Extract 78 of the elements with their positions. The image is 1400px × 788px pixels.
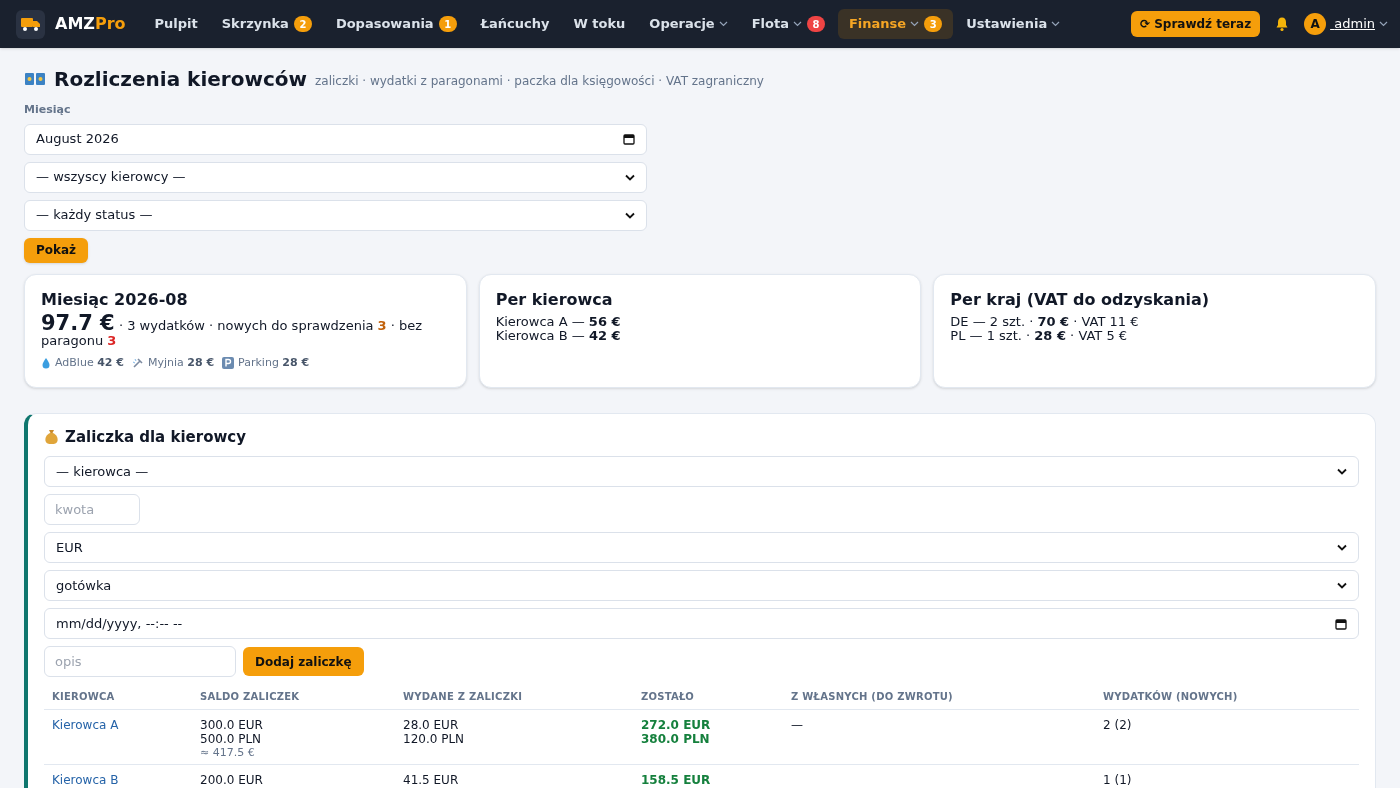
- card-title: Miesiąc 2026-08: [41, 288, 189, 311]
- user-menu[interactable]: admin: [1330, 14, 1388, 34]
- month-field[interactable]: August 2026: [24, 123, 647, 155]
- nav-item[interactable]: Łańcuchy: [469, 9, 561, 39]
- truck-icon: [16, 9, 45, 39]
- count-badge: 1: [438, 16, 457, 32]
- nav-item[interactable]: Flota 8: [740, 9, 836, 39]
- droplet-icon: [41, 356, 51, 369]
- calendar-icon[interactable]: [1335, 617, 1347, 630]
- column-header: SALDO ZALICZEK: [192, 684, 395, 710]
- brush-icon: [131, 356, 144, 369]
- page-title: Rozliczenia kierowców: [54, 66, 307, 93]
- user-avatar[interactable]: A: [1304, 13, 1327, 35]
- count-badge: 2: [293, 16, 312, 32]
- nav-item[interactable]: Pulpit: [143, 9, 209, 39]
- column-header: KIEROWCA: [44, 684, 192, 710]
- card-title: Per kraj (VAT do odzyskania): [950, 288, 1211, 311]
- card-line: Kierowca A — 56 €: [495, 314, 622, 329]
- page-subtitle: zaliczki · wydatki z paragonami · paczka dla księgowości · VAT zagraniczny: [315, 72, 764, 90]
- table-cell-text: 380.0 PLN: [641, 732, 711, 746]
- card-title: Per kierowca: [495, 288, 614, 311]
- category-total: Parking 28 €: [238, 354, 310, 371]
- nav-item[interactable]: Ustawienia: [955, 9, 1072, 39]
- card-line: Kierowca B — 42 €: [495, 328, 622, 343]
- field-label: Miesiąc: [24, 102, 72, 118]
- category-total: AdBlue 42 €: [55, 354, 124, 371]
- status-select[interactable]: — każdy status —: [24, 199, 647, 231]
- column-header: ZOSTAŁO: [633, 684, 783, 710]
- table-cell-text: 41.5 EUR: [403, 773, 460, 787]
- table-cell-text: ≈ 417.5 €: [200, 746, 256, 760]
- currency-select[interactable]: EUR: [44, 532, 1359, 563]
- check-now-button[interactable]: ⟳ Sprawdź teraz: [1130, 11, 1261, 37]
- table-cell-text: 500.0 PLN: [200, 732, 263, 746]
- datetime-field[interactable]: mm/dd/yyyy, --:-- --: [44, 608, 1359, 639]
- brand-name[interactable]: AMZPro: [55, 12, 126, 36]
- card-line: DE — 2 szt. · 70 € · VAT 11 €: [950, 314, 1140, 329]
- count-badge: 8: [806, 16, 825, 32]
- column-header: WYDANE Z ZALICZKI: [395, 684, 633, 710]
- nav-item[interactable]: Dopasowania 1: [324, 9, 468, 39]
- description-field[interactable]: opis: [44, 646, 236, 677]
- summary-line: 97.7 € · 3 wydatków · nowych do sprawdzenia 3 · bez paragonu 3: [41, 315, 424, 348]
- table-cell-text: 272.0 EUR: [641, 718, 712, 732]
- banknote-icon: [24, 71, 46, 87]
- money-bag-icon: [44, 428, 59, 445]
- panel-title: Zaliczka dla kierowcy: [65, 426, 246, 448]
- table-cell-text: 300.0 EUR: [200, 718, 264, 732]
- count-badge: 3: [924, 16, 943, 32]
- table-cell-text: 1 (1): [1103, 773, 1133, 787]
- column-header: WYDATKÓW (NOWYCH): [1095, 684, 1359, 710]
- nav-item[interactable]: Operacje: [638, 9, 739, 39]
- chevron-down-icon[interactable]: [1337, 582, 1347, 589]
- amount-field[interactable]: kwota: [44, 494, 140, 525]
- driver-select[interactable]: — wszyscy kierowcy —: [24, 161, 647, 193]
- table-cell-text: —: [791, 718, 804, 732]
- nav-item[interactable]: Finanse 3: [837, 9, 954, 39]
- table-cell-text: 120.0 PLN: [403, 732, 466, 746]
- table-cell-text: 28.0 EUR: [403, 718, 460, 732]
- card-line: PL — 1 szt. · 28 € · VAT 5 €: [950, 328, 1129, 343]
- add-advance-button[interactable]: Dodaj zaliczkę: [243, 647, 364, 676]
- parking-icon: [222, 356, 235, 369]
- chevron-down-icon[interactable]: [625, 173, 635, 181]
- chevron-down-icon[interactable]: [625, 211, 635, 219]
- table-cell-text: 158.5 EUR: [641, 773, 712, 787]
- chevron-down-icon[interactable]: [1337, 468, 1347, 475]
- table-cell-text: 2 (2): [1103, 718, 1133, 732]
- column-header: Z WŁASNYCH (DO ZWROTU): [783, 684, 1095, 710]
- show-button[interactable]: Pokaż: [24, 237, 89, 263]
- calendar-icon[interactable]: [623, 133, 635, 145]
- method-select[interactable]: gotówka: [44, 570, 1359, 601]
- table-cell-text: 200.0 EUR: [200, 773, 264, 787]
- driver-select[interactable]: — kierowca —: [44, 456, 1359, 487]
- chevron-down-icon[interactable]: [1337, 544, 1347, 551]
- driver-link[interactable]: Kierowca B: [52, 773, 119, 787]
- driver-link[interactable]: Kierowca A: [52, 718, 119, 732]
- chevron-down-icon: [1379, 21, 1388, 27]
- nav-item[interactable]: Skrzynka 2: [210, 9, 323, 39]
- category-total: Myjnia 28 €: [147, 354, 215, 371]
- nav-item[interactable]: W toku: [562, 9, 637, 39]
